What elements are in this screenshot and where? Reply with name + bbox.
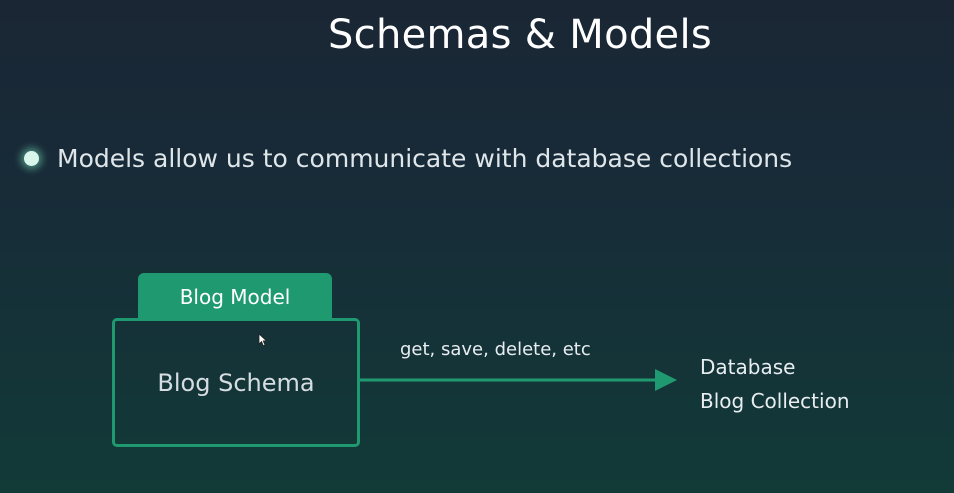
bullet-dot-icon: [24, 151, 39, 166]
arrow-right-icon: [357, 369, 677, 391]
target-line-collection: Blog Collection: [700, 389, 850, 413]
blog-schema-box: Blog Schema: [112, 318, 360, 447]
blog-schema-label: Blog Schema: [157, 368, 315, 397]
slide: Schemas & Models Models allow us to comm…: [0, 0, 954, 493]
arrow-label: get, save, delete, etc: [400, 339, 591, 360]
slide-title: Schemas & Models: [327, 12, 713, 58]
bullet-text: Models allow us to communicate with data…: [57, 144, 793, 173]
blog-model-tab: Blog Model: [138, 273, 332, 320]
bullet-point: Models allow us to communicate with data…: [24, 144, 792, 173]
database-target: Database Blog Collection: [700, 350, 850, 418]
mouse-pointer-icon: [258, 333, 268, 347]
target-line-database: Database: [700, 355, 796, 379]
